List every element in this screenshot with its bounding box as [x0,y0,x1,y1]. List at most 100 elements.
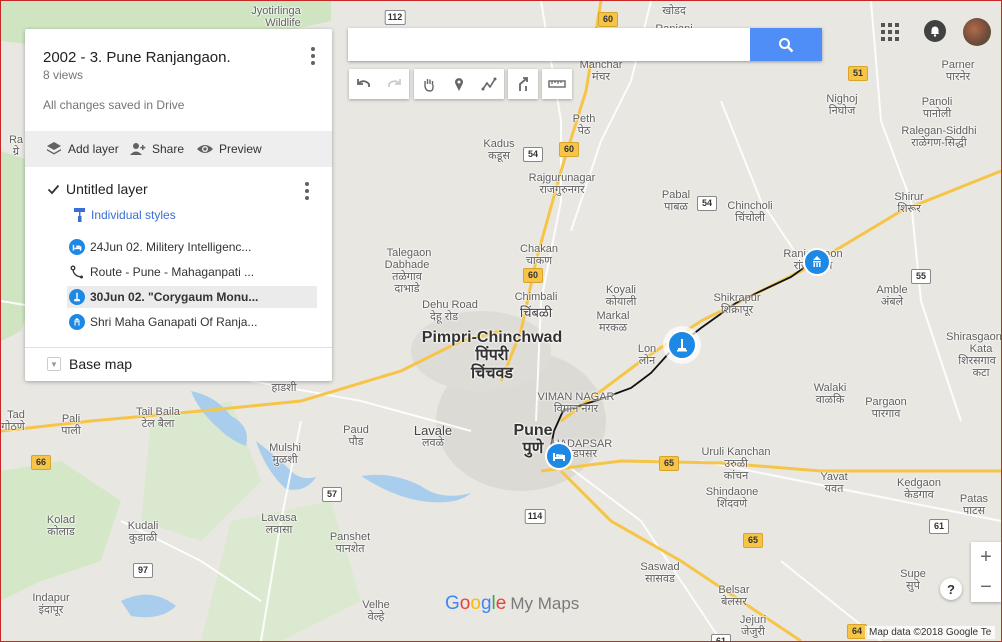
place-label: Koyali [606,284,636,296]
zoom-out-button[interactable]: − [971,572,1001,602]
place-label: मरकळ [599,322,627,334]
search-input[interactable] [348,28,754,59]
list-item-label: 24Jun 02. Militery Intelligenc... [90,240,252,254]
list-item-label: Route - Pune - Mahaganpati ... [90,265,255,279]
apps-grid-icon[interactable] [881,23,899,41]
place-label: Paud [343,424,369,436]
road-shield: 60 [598,12,618,27]
bell-icon [931,26,939,37]
monument-marker[interactable] [663,326,701,364]
hotel-marker[interactable] [545,442,573,470]
place-label: खोडद [662,5,686,17]
place-label: Supe [900,568,926,580]
place-label: पिंपरी [475,347,509,364]
place-label: Wildlife [265,17,301,29]
divider [25,347,332,348]
place-label: शिंदवणे [716,498,748,510]
temple-marker[interactable] [803,248,831,276]
place-label: चिंचोली [735,212,765,224]
place-label: Pune [513,422,553,439]
view-count: 8 views [43,68,84,82]
logo-product: My Maps [510,594,580,613]
place-label: कोलाड [47,526,75,538]
place-label: पुणे [522,440,544,457]
redo-button[interactable] [379,69,409,99]
eye-icon [197,145,213,153]
place-label: राळेगण-सिद्धी [911,137,967,149]
place-label: वेल्हे [367,611,385,623]
place-label: चाकण [525,255,553,267]
place-label: निघोज [828,105,856,117]
measure-button[interactable] [542,69,572,99]
list-item[interactable]: Shri Maha Ganapati Of Ranja... [67,311,317,333]
place-label: अंबले [880,296,904,308]
draw-line-icon [481,77,497,91]
place-label: Lavale [413,423,453,438]
place-label: Patas [959,493,989,505]
place-label: कांचन [723,470,749,482]
add-marker-button[interactable] [444,69,474,99]
road-shield: 114 [524,509,546,524]
place-label: Markal [596,310,630,322]
road-shield: 54 [697,196,717,211]
monument-icon [677,339,687,352]
place-label: Indapur [32,592,70,604]
place-label: कडूस [488,150,510,162]
layer-name[interactable]: Untitled layer [66,181,148,197]
zoom-in-button[interactable]: + [971,542,1001,572]
route-icon [69,264,85,280]
notifications-button[interactable] [924,20,946,42]
directions-button[interactable] [508,69,538,99]
search-button[interactable] [750,28,822,61]
list-item[interactable]: 24Jun 02. Militery Intelligenc... [67,236,317,258]
layer-checkbox[interactable] [47,183,60,196]
pin-icon [455,78,463,91]
place-label: Nighoj [826,93,858,105]
select-hand-button[interactable] [414,69,444,99]
undo-icon [357,79,370,87]
place-label: Kata [969,343,993,355]
place-label: वाळकि [815,394,845,406]
map-title[interactable]: 2002 - 3. Pune Ranjangaon. [43,49,231,66]
undo-button[interactable] [349,69,379,99]
place-label: Panshet [329,531,371,543]
place-label: Kadus [483,138,515,150]
place-label: पाबळ [664,201,688,213]
place-label: जेजुरी [741,626,765,638]
place-label: Shirur [894,191,924,203]
place-label: Panoli [921,96,953,108]
list-item-label: 30Jun 02. "Corygaum Monu... [90,290,259,304]
list-item-label: Shri Maha Ganapati Of Ranja... [90,315,258,329]
place-label: शिक्रापूर [720,304,754,316]
hand-icon [424,79,434,92]
list-item[interactable]: Route - Pune - Mahaganpati ... [67,261,317,283]
base-map-toggle[interactable]: ▼ Base map [47,356,132,372]
preview-label: Preview [219,142,262,156]
road-shield: 60 [559,142,579,157]
place-label: Jejuri [739,614,767,626]
paint-roller-icon [74,208,85,222]
individual-styles-link[interactable]: Individual styles [73,207,176,223]
preview-button[interactable]: Preview [196,140,262,158]
avatar[interactable] [963,18,991,46]
list-item[interactable]: 30Jun 02. "Corygaum Monu... [67,286,317,308]
place-label: Talegaon [386,247,432,259]
temple-icon [69,314,85,330]
place-label: पौड [348,436,364,448]
share-button[interactable]: Share [129,140,184,158]
place-label: ग्रे [12,146,20,158]
place-label: चिंचवड [471,365,513,382]
directions-group [508,69,538,99]
add-layer-button[interactable]: Add layer [45,140,119,158]
place-label: हाडशी [271,382,297,394]
place-label: Shirasgaon [946,331,1002,343]
road-shield: 60 [523,268,543,283]
draw-line-button[interactable] [474,69,504,99]
place-label: Kedgaon [896,477,942,489]
undo-redo-group [349,69,409,99]
help-button[interactable]: ? [940,578,962,600]
place-label: Saswad [640,561,680,573]
place-label: राजगुरुनगर [539,184,585,196]
map-options-icon[interactable] [311,47,315,68]
layer-options-icon[interactable] [305,182,309,203]
